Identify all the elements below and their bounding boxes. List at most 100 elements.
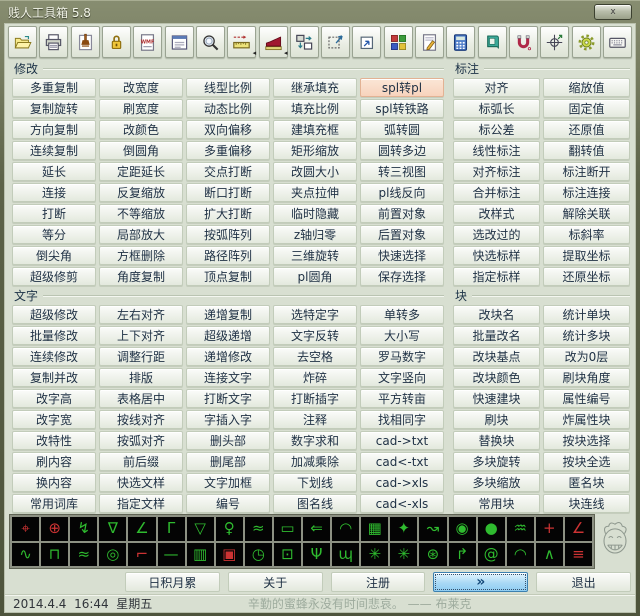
cmd-button[interactable]: 文字反转 bbox=[273, 326, 357, 345]
preview-left-arrow[interactable]: ⇐ bbox=[303, 517, 331, 541]
cmd-button[interactable]: 单转多 bbox=[360, 305, 444, 324]
open-file-button[interactable] bbox=[8, 26, 37, 58]
preview-noise-wave[interactable]: ɰ bbox=[332, 542, 360, 566]
cmd-button[interactable]: 批量修改 bbox=[12, 326, 96, 345]
cmd-button[interactable]: 常用块 bbox=[453, 494, 540, 513]
settings-button[interactable] bbox=[571, 26, 601, 58]
cmd-button[interactable]: 断口打断 bbox=[186, 183, 270, 202]
cmd-button[interactable]: 等分 bbox=[12, 225, 96, 244]
cmd-button[interactable]: 选改过的 bbox=[453, 225, 540, 244]
cmd-button[interactable]: 按弧对齐 bbox=[99, 431, 183, 450]
cmd-button[interactable]: 保存选择 bbox=[360, 267, 444, 286]
cmd-button[interactable]: 动态比例 bbox=[186, 99, 270, 118]
preview-four-point-star[interactable]: ✦ bbox=[390, 517, 418, 541]
cmd-button[interactable]: 倒尖角 bbox=[12, 246, 96, 265]
preview-xxx-triangle[interactable]: ∇ bbox=[99, 517, 127, 541]
cmd-button[interactable]: 刷块角度 bbox=[543, 368, 630, 387]
cmd-button[interactable]: 炸碎 bbox=[273, 368, 357, 387]
cmd-button[interactable]: 图名线 bbox=[273, 494, 357, 513]
notes-button[interactable] bbox=[164, 26, 194, 58]
cmd-button[interactable]: 删头部 bbox=[186, 431, 270, 450]
preview-sine-wave[interactable]: ∿ bbox=[12, 542, 40, 566]
zoom-button[interactable] bbox=[195, 26, 225, 58]
cmd-button[interactable]: 左右对齐 bbox=[99, 305, 183, 324]
preview-curve-chart[interactable]: ◠ bbox=[332, 517, 360, 541]
wmf-export-button[interactable]: WMF bbox=[133, 26, 163, 58]
cmd-button[interactable]: 标注断开 bbox=[543, 162, 630, 181]
cmd-button[interactable]: spl转pl bbox=[360, 78, 444, 97]
cmd-button[interactable]: 不等缩放 bbox=[99, 204, 183, 223]
preview-coil[interactable]: ♒ bbox=[506, 517, 534, 541]
preview-star-circle[interactable]: ⊛ bbox=[419, 542, 447, 566]
cmd-button[interactable]: 矩形缩放 bbox=[273, 141, 357, 160]
cmd-button[interactable]: 按块全选 bbox=[543, 452, 630, 471]
cmd-button[interactable]: 按线对齐 bbox=[99, 410, 183, 429]
preview-double-lines[interactable]: ≡ bbox=[564, 542, 592, 566]
cmd-button[interactable]: 块连线 bbox=[543, 494, 630, 513]
cmd-button[interactable]: 按弧阵列 bbox=[186, 225, 270, 244]
cmd-button[interactable]: 临时隐藏 bbox=[273, 204, 357, 223]
cmd-button[interactable]: 快速建块 bbox=[453, 389, 540, 408]
cmd-button[interactable]: 继承填充 bbox=[273, 78, 357, 97]
cmd-button[interactable]: 圆转多边 bbox=[360, 141, 444, 160]
cmd-button[interactable]: 打断文字 bbox=[186, 389, 270, 408]
cmd-button[interactable]: 对齐标注 bbox=[453, 162, 540, 181]
keyboard-button[interactable] bbox=[602, 26, 632, 58]
cmd-button[interactable]: 改为0层 bbox=[543, 347, 630, 366]
cmd-button[interactable]: 夹点拉伸 bbox=[273, 183, 357, 202]
preview-red-square[interactable]: ▣ bbox=[215, 542, 243, 566]
cmd-button[interactable]: 递增复制 bbox=[186, 305, 270, 324]
cmd-button[interactable]: 连接文字 bbox=[186, 368, 270, 387]
cmd-button[interactable]: 调整行距 bbox=[99, 347, 183, 366]
cmd-button[interactable]: 按块选择 bbox=[543, 431, 630, 450]
cmd-button[interactable]: pl线反向 bbox=[360, 183, 444, 202]
cmd-button[interactable]: 表格居中 bbox=[99, 389, 183, 408]
flyout-arrow-icon[interactable]: ◂ bbox=[253, 50, 257, 57]
preview-table-grid[interactable]: ▦ bbox=[361, 517, 389, 541]
cmd-button[interactable]: 路径阵列 bbox=[186, 246, 270, 265]
flyout-arrow-icon[interactable]: ◂ bbox=[284, 50, 288, 57]
preview-weld-symbol[interactable]: ⌐ bbox=[128, 542, 156, 566]
preview-target-cross[interactable]: ⌖ bbox=[12, 517, 40, 541]
cmd-button[interactable]: 改块基点 bbox=[453, 347, 540, 366]
cmd-button[interactable]: 交点打断 bbox=[186, 162, 270, 181]
cmd-button[interactable]: spl转铁路 bbox=[360, 99, 444, 118]
cmd-button[interactable]: 批量改名 bbox=[453, 326, 540, 345]
preview-gamma-marks[interactable]: Γ bbox=[157, 517, 185, 541]
cmd-button[interactable]: 解除关联 bbox=[543, 204, 630, 223]
cmd-button[interactable]: 注释 bbox=[273, 410, 357, 429]
cmd-button[interactable]: 超级修剪 bbox=[12, 267, 96, 286]
move-copy-button[interactable] bbox=[289, 26, 319, 58]
cmd-button[interactable]: 缩放值 bbox=[543, 78, 630, 97]
preview-gear-a[interactable]: ✳ bbox=[361, 542, 389, 566]
cmd-button[interactable]: cad->xls bbox=[360, 473, 444, 492]
preview-survey-point[interactable]: ♀ bbox=[215, 517, 243, 541]
preview-clock[interactable]: ◷ bbox=[244, 542, 272, 566]
cmd-button[interactable]: 排版 bbox=[99, 368, 183, 387]
preview-square-wave[interactable]: ⊓ bbox=[41, 542, 69, 566]
cmd-button[interactable]: 反复缩放 bbox=[99, 183, 183, 202]
cmd-button[interactable]: 多重偏移 bbox=[186, 141, 270, 160]
preview-callout-bubble[interactable]: ▭ bbox=[273, 517, 301, 541]
preview-caret-arc[interactable]: ∧ bbox=[535, 542, 563, 566]
cmd-button[interactable]: 还原值 bbox=[543, 120, 630, 139]
lock-button[interactable] bbox=[101, 26, 131, 58]
purge-button[interactable] bbox=[70, 26, 100, 58]
cmd-button[interactable]: 标公差 bbox=[453, 120, 540, 139]
cmd-button[interactable]: 改块名 bbox=[453, 305, 540, 324]
cmd-button[interactable]: 改字高 bbox=[12, 389, 96, 408]
cmd-button[interactable]: 扩大打断 bbox=[186, 204, 270, 223]
cmd-button[interactable]: 上下对齐 bbox=[99, 326, 183, 345]
cmd-button[interactable]: 对齐 bbox=[453, 78, 540, 97]
cmd-button[interactable]: 标弧长 bbox=[453, 99, 540, 118]
cmd-button[interactable]: 方框删除 bbox=[99, 246, 183, 265]
cmd-button[interactable]: pl圆角 bbox=[273, 267, 357, 286]
cmd-button[interactable]: 改样式 bbox=[453, 204, 540, 223]
cmd-button[interactable]: 找相同字 bbox=[360, 410, 444, 429]
cmd-button[interactable]: 角度复制 bbox=[99, 267, 183, 286]
preview-wave-box[interactable]: ≈ bbox=[244, 517, 272, 541]
measure-button[interactable]: ◂ bbox=[227, 26, 257, 58]
cmd-button[interactable]: cad<-txt bbox=[360, 452, 444, 471]
cmd-button[interactable]: cad->txt bbox=[360, 431, 444, 450]
cmd-button[interactable]: 改宽度 bbox=[99, 78, 183, 97]
